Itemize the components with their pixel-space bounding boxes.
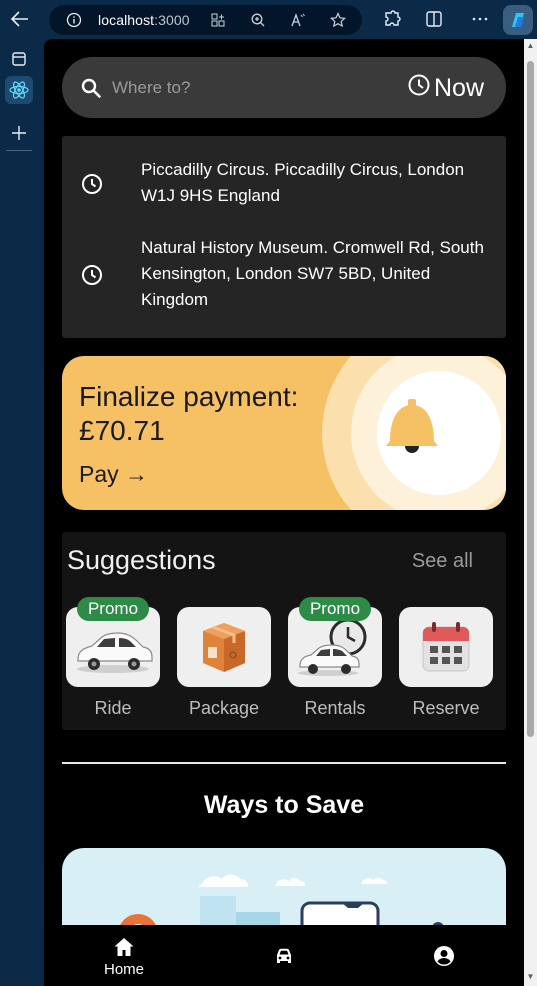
recent-place-text: Natural History Museum. Cromwell Rd, Sou… [141, 238, 484, 309]
vertical-tabs-sidebar [0, 39, 44, 986]
see-all-link[interactable]: See all [412, 550, 473, 573]
read-aloud-icon[interactable] [290, 12, 306, 28]
promo-badge: Promo [77, 597, 149, 621]
apps-icon[interactable] [210, 12, 226, 28]
suggestion-label: Ride [94, 698, 132, 718]
nav-account[interactable] [384, 925, 504, 986]
recent-place-item[interactable]: Piccadilly Circus. Piccadilly Circus, Lo… [62, 136, 506, 233]
recent-place-text: Piccadilly Circus. Piccadilly Circus, Lo… [141, 160, 465, 205]
react-tab-icon[interactable] [5, 76, 33, 104]
suggestions-section: Suggestions See all Ride Promo Package R… [62, 532, 506, 730]
suggestion-package[interactable]: Package [177, 607, 271, 719]
scroll-up-arrow-icon[interactable]: ▲ [526, 42, 535, 50]
search-icon [80, 77, 102, 99]
bottom-navigation: Home [44, 925, 524, 986]
app-viewport: Now Piccadilly Circus. Piccadilly Circus… [44, 39, 524, 986]
favorite-star-icon[interactable] [330, 12, 346, 28]
search-input[interactable] [112, 75, 352, 101]
calendar-icon [399, 607, 493, 687]
pay-link[interactable]: Pay → [79, 461, 148, 488]
nav-label: Home [103, 961, 144, 978]
scroll-down-arrow-icon[interactable]: ▼ [526, 973, 535, 981]
more-options-icon[interactable] [469, 8, 491, 30]
bell-illustration [322, 356, 506, 510]
suggestion-label: Rentals [304, 698, 366, 718]
browser-toolbar: localhost:3000 [0, 0, 537, 39]
payment-title: Finalize payment: £70.71 [79, 381, 299, 446]
package-icon [177, 607, 271, 687]
suggestion-label: Package [188, 698, 260, 718]
scrollbar-thumb[interactable] [527, 61, 534, 737]
suggestion-rentals[interactable]: Rentals [288, 607, 382, 719]
split-screen-icon[interactable] [423, 8, 445, 30]
tab-actions-icon[interactable] [5, 45, 33, 73]
car-icon [273, 945, 295, 967]
info-icon[interactable] [66, 12, 82, 28]
account-icon [433, 945, 455, 967]
copilot-icon[interactable] [503, 5, 533, 35]
nav-rides[interactable] [224, 925, 344, 986]
sidebar-divider [6, 150, 32, 151]
suggestion-reserve[interactable]: Reserve [399, 607, 493, 719]
suggestion-ride[interactable]: Ride [66, 607, 160, 719]
recent-place-item[interactable]: Natural History Museum. Cromwell Rd, Sou… [62, 233, 506, 338]
url-text: localhost:3000 [98, 12, 190, 28]
history-clock-icon [81, 173, 103, 195]
recent-places-list: Piccadilly Circus. Piccadilly Circus, Lo… [62, 136, 506, 338]
nav-home[interactable]: Home [64, 925, 184, 986]
now-time-button[interactable]: Now [407, 71, 484, 105]
promo-badge: Promo [299, 597, 371, 621]
ways-to-save-title: Ways to Save [203, 791, 365, 819]
clock-icon [407, 73, 431, 104]
search-bar[interactable]: Now [62, 57, 506, 118]
finalize-payment-card[interactable]: Finalize payment: £70.71 Pay → [62, 356, 506, 510]
suggestion-label: Reserve [412, 698, 480, 718]
back-arrow-icon[interactable] [9, 8, 31, 30]
section-divider [62, 762, 506, 764]
now-label: Now [433, 73, 484, 102]
new-tab-plus-icon[interactable] [5, 119, 33, 147]
history-clock-icon [81, 264, 103, 286]
extensions-icon[interactable] [381, 8, 403, 30]
suggestions-title: Suggestions [67, 545, 216, 575]
page-scrollbar[interactable]: ▲ ▼ [524, 39, 537, 986]
home-icon [113, 936, 135, 958]
address-bar[interactable]: localhost:3000 [49, 5, 362, 35]
zoom-icon[interactable] [250, 12, 266, 28]
